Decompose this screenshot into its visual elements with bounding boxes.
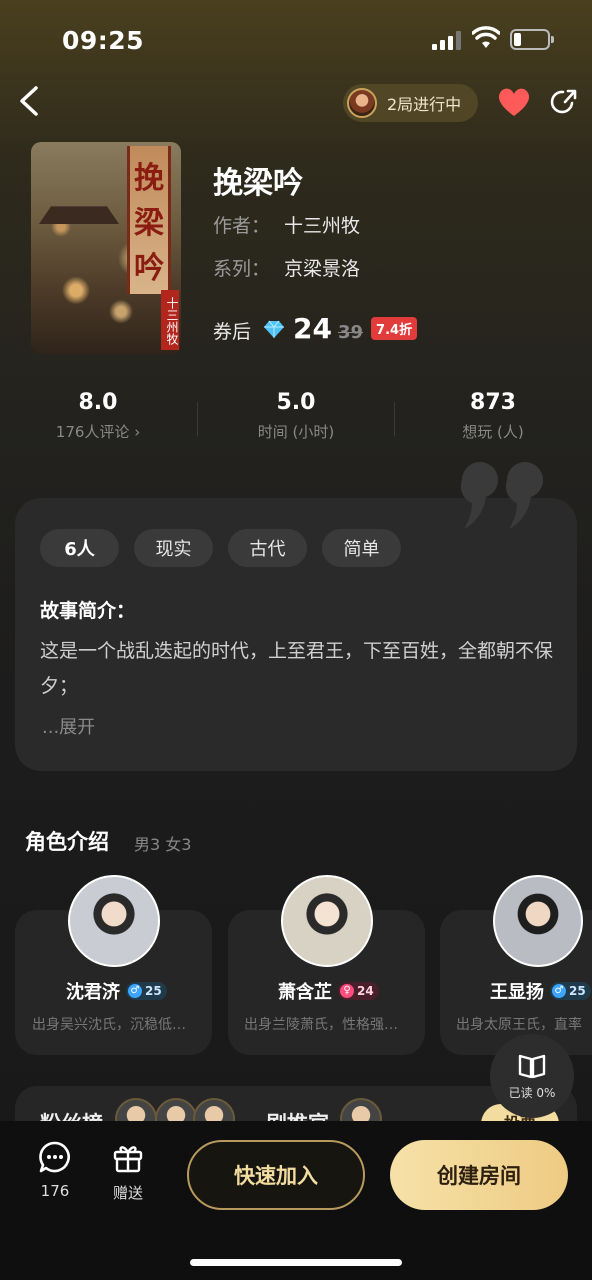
expand-link[interactable]: ...展开 — [42, 713, 95, 739]
character-name-row: 王显扬 ♂ 25 — [490, 978, 591, 1004]
character-avatar — [493, 875, 583, 967]
diamond-icon — [264, 320, 285, 338]
cover-author-seal: 十三州牧 — [161, 290, 179, 350]
story-text: 这是一个战乱迭起的时代，上至君王，下至百姓，全都朝不保夕； — [40, 640, 554, 697]
female-icon: ♀ — [340, 984, 354, 998]
back-button[interactable] — [14, 82, 48, 120]
price-original: 39 — [337, 322, 364, 343]
characters-title: 角色介绍 — [25, 830, 109, 854]
price-current: 24 — [293, 312, 332, 345]
wifi-icon — [472, 26, 500, 48]
gift-button[interactable]: 赠送 — [98, 1140, 158, 1203]
series-name[interactable]: 京梁景洛 — [284, 258, 360, 280]
gift-icon — [113, 1146, 143, 1173]
character-name: 萧含芷 — [278, 982, 332, 1003]
character-avatar — [68, 875, 160, 967]
session-avatar — [347, 88, 377, 118]
ongoing-sessions-pill[interactable]: 2局进行中 — [343, 84, 478, 122]
price-label: 券后 — [213, 321, 252, 343]
ongoing-sessions-label: 2局进行中 — [387, 95, 462, 114]
tag-genre: 现实 — [134, 529, 213, 567]
character-desc: 出身兰陵萧氏，性格强… — [244, 1017, 398, 1033]
status-time: 09:25 — [62, 26, 145, 55]
author-name[interactable]: 十三州牧 — [284, 215, 360, 237]
male-age-badge: ♂ 25 — [550, 982, 591, 1000]
character-name: 王显扬 — [490, 982, 544, 1003]
male-icon: ♂ — [552, 984, 566, 998]
character-desc: 出身吴兴沈氏，沉稳低… — [32, 1017, 186, 1033]
gift-label: 赠送 — [112, 1184, 143, 1202]
tag-players: 6人 — [40, 529, 119, 567]
create-room-button[interactable]: 创建房间 — [390, 1140, 568, 1210]
game-cover-image: 挽 梁 吟 十三州牧 — [31, 142, 181, 354]
male-age-badge: ♂ 25 — [126, 982, 167, 1000]
cover-title-banner: 挽 梁 吟 — [127, 146, 171, 294]
book-icon — [518, 1054, 546, 1078]
series-row: 系列： 京梁景洛 — [213, 258, 361, 280]
story-heading: 故事简介： — [40, 600, 136, 622]
quick-join-button[interactable]: 快速加入 — [187, 1140, 365, 1210]
game-title: 挽梁吟 — [213, 166, 303, 201]
signal-icon — [432, 30, 462, 50]
comment-bubble-icon — [39, 1141, 70, 1173]
character-name-row: 萧含芷 ♀ 24 — [278, 978, 379, 1004]
battery-icon — [510, 29, 554, 50]
author-row: 作者： 十三州牧 — [213, 215, 361, 237]
stat-want-to-play: 873 想玩 (人) — [462, 390, 524, 441]
character-name: 沈君济 — [66, 982, 120, 1003]
characters-gender-count: 男3 女3 — [134, 835, 192, 854]
read-progress-badge[interactable]: 已读 0% — [490, 1034, 574, 1118]
quote-mark-icon — [460, 462, 543, 529]
favorite-heart-icon[interactable] — [496, 84, 532, 120]
reviews-link[interactable]: 176人评论 › — [0, 421, 196, 442]
tag-era: 古代 — [228, 529, 307, 567]
home-indicator[interactable] — [190, 1259, 402, 1266]
stat-duration: 5.0 时间 (小时) — [257, 390, 335, 441]
female-age-badge: ♀ 24 — [338, 982, 379, 1000]
share-icon[interactable] — [548, 87, 578, 117]
tag-difficulty: 简单 — [322, 529, 401, 567]
comments-count: 176 — [40, 1182, 70, 1200]
discount-badge: 7.4折 — [371, 317, 418, 340]
male-icon: ♂ — [128, 984, 142, 998]
price-row: 券后 24 39 7.4折 — [213, 312, 418, 345]
character-desc: 出身太原王氏，直率 — [456, 1017, 582, 1033]
stat-rating[interactable]: 8.0 176人评论 › — [0, 390, 196, 442]
character-name-row: 沈君济 ♂ 25 — [66, 978, 167, 1004]
comments-button[interactable]: 176 — [25, 1140, 85, 1200]
character-avatar — [281, 875, 373, 967]
read-progress-label: 已读 0% — [508, 1085, 556, 1100]
